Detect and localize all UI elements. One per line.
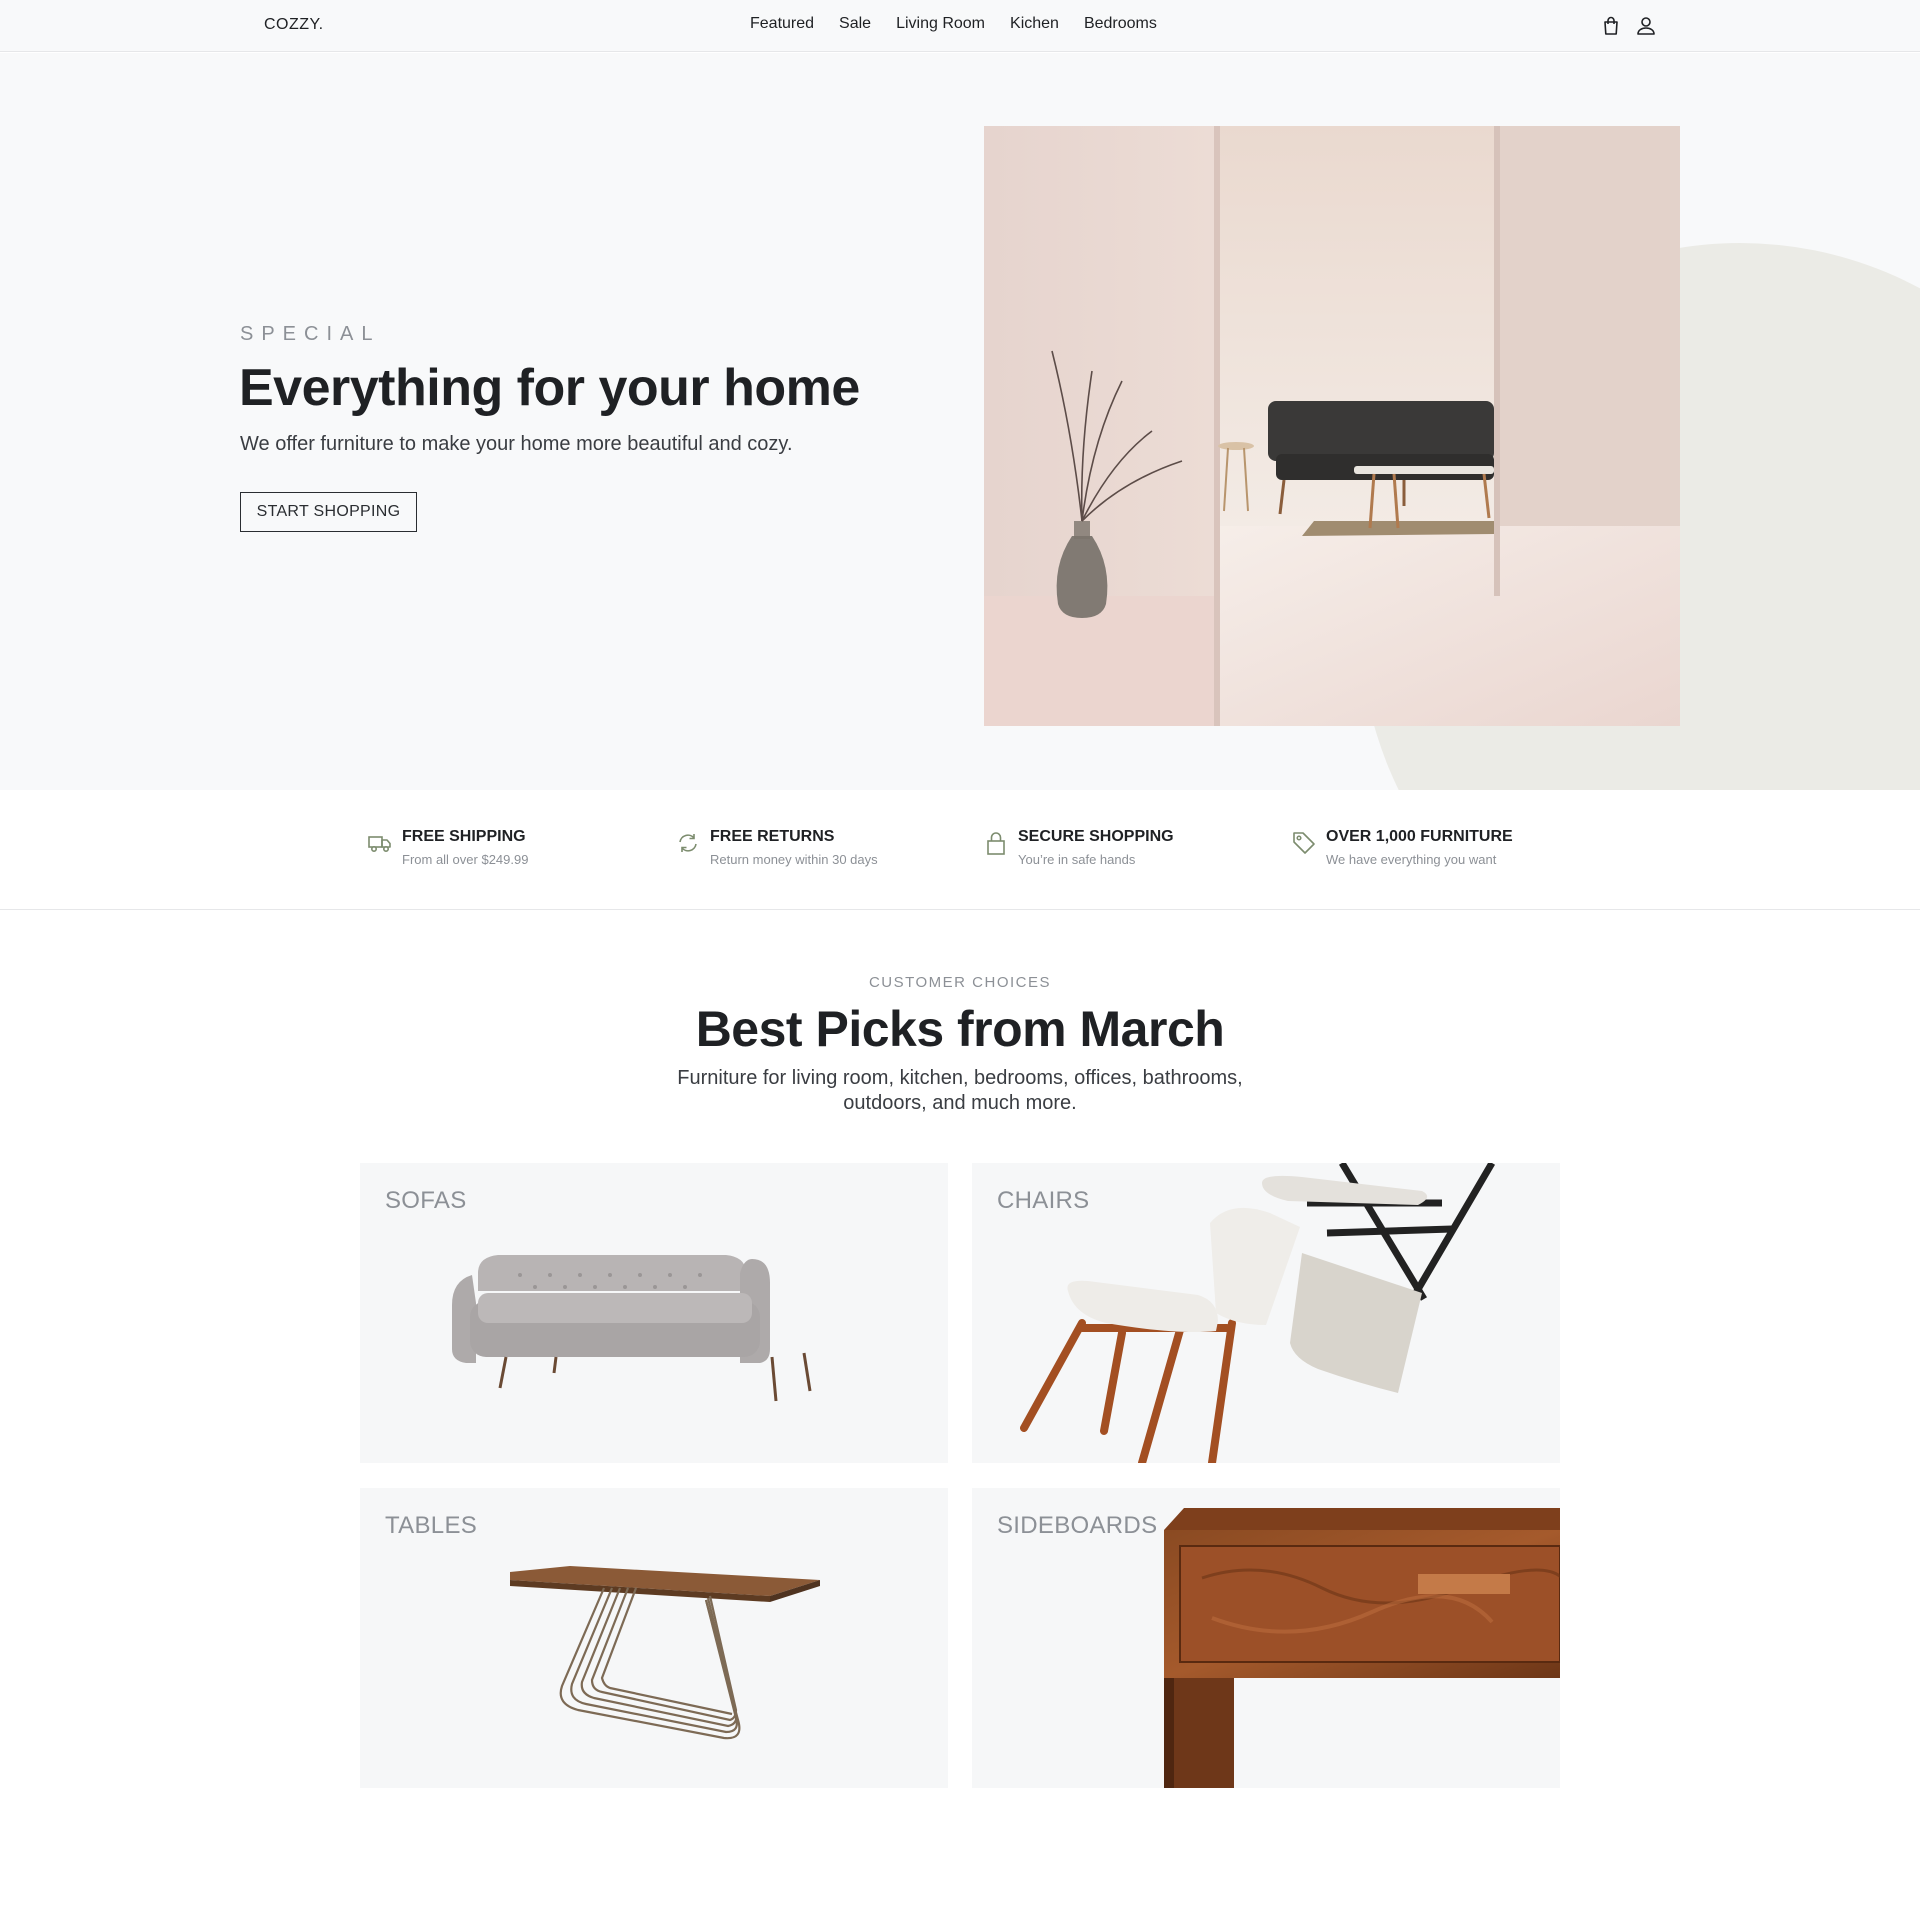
hero-section: SPECIAL Everything for your home We offe… — [0, 53, 1920, 790]
feature-subtitle: Return money within 30 days — [710, 852, 878, 867]
hero-eyebrow: SPECIAL — [240, 323, 381, 345]
hero-title: Everything for your home — [239, 359, 860, 417]
nav-featured[interactable]: Featured — [750, 15, 814, 33]
category-card-sideboards[interactable]: SIDEBOARDS — [972, 1488, 1560, 1788]
main-nav: Featured Sale Living Room Kichen Bedroom… — [750, 15, 1157, 33]
brand-logo[interactable]: COZZY. — [264, 16, 324, 34]
feature-subtitle: We have everything you want — [1326, 852, 1497, 867]
top-navigation-bar: COZZY. Featured Sale Living Room Kichen … — [0, 0, 1920, 52]
section-eyebrow: CUSTOMER CHOICES — [868, 974, 1052, 991]
user-icon[interactable] — [1635, 15, 1657, 37]
refresh-icon — [679, 834, 697, 852]
nav-sale[interactable]: Sale — [839, 15, 871, 33]
start-shopping-button[interactable]: START SHOPPING — [240, 492, 417, 532]
nav-bedrooms[interactable]: Bedrooms — [1084, 15, 1157, 33]
category-card-chairs[interactable]: CHAIRS — [972, 1163, 1560, 1463]
category-label: SOFAS — [385, 1187, 467, 1214]
section-description: Furniture for living room, kitchen, bedr… — [677, 1067, 1243, 1114]
feature-title: OVER 1,000 FURNITURE — [1326, 828, 1513, 845]
category-card-sofas[interactable]: SOFAS — [360, 1163, 948, 1463]
nav-living-room[interactable]: Living Room — [896, 15, 985, 33]
feature-title: FREE SHIPPING — [402, 828, 526, 845]
feature-title: SECURE SHOPPING — [1018, 828, 1174, 845]
category-card-tables[interactable]: TABLES — [360, 1488, 948, 1788]
feature-subtitle: You’re in safe hands — [1018, 852, 1136, 867]
nav-kitchen[interactable]: Kichen — [1010, 15, 1059, 33]
category-label: CHAIRS — [997, 1187, 1090, 1214]
category-label: SIDEBOARDS — [997, 1512, 1158, 1539]
feature-subtitle: From all over $249.99 — [402, 852, 529, 867]
shopping-bag-icon[interactable] — [1600, 15, 1622, 37]
hero-image — [984, 126, 1680, 726]
features-bar: FREE SHIPPING From all over $249.99 FREE… — [0, 790, 1920, 910]
lock-icon — [987, 832, 1005, 855]
tag-icon — [1293, 832, 1315, 854]
truck-icon — [368, 836, 391, 852]
category-label: TABLES — [385, 1512, 478, 1539]
hero-description: We offer furniture to make your home mor… — [240, 433, 793, 455]
feature-title: FREE RETURNS — [710, 828, 835, 845]
section-title: Best Picks from March — [695, 1001, 1225, 1057]
